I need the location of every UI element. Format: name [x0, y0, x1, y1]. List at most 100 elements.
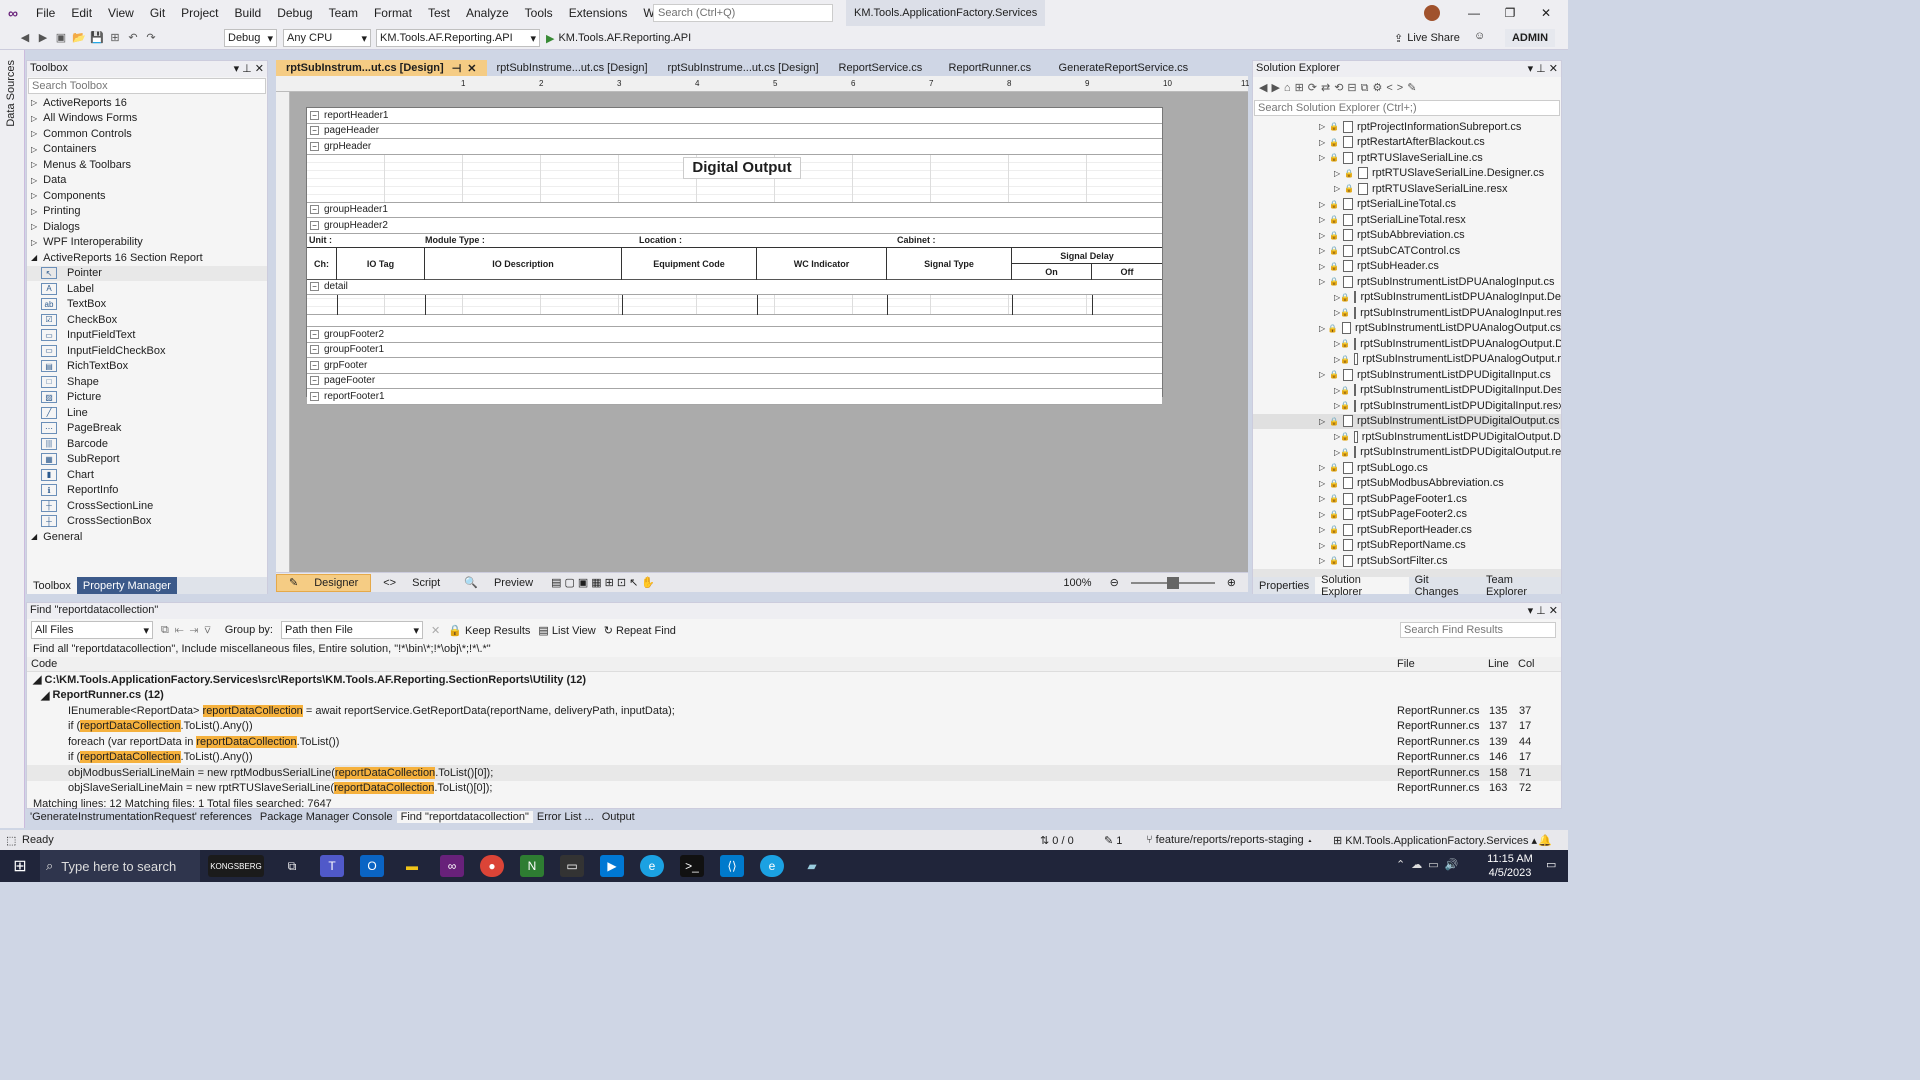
notepad-plus-icon[interactable]: N [520, 855, 544, 877]
result-path-row[interactable]: ◢ C:\KM.Tools.ApplicationFactory.Service… [27, 672, 1561, 688]
col-line[interactable]: Line [1488, 658, 1509, 670]
tab-properties[interactable]: Properties [1253, 577, 1315, 594]
collapse-icon[interactable]: − [310, 220, 319, 230]
forward-icon[interactable]: ▶ [35, 29, 51, 45]
col-header[interactable]: Ch: [307, 247, 337, 280]
solution-item[interactable]: ▷ 🔒 rptSubReportHeader.cs [1253, 522, 1561, 538]
expand-icon[interactable]: ▷ [1319, 510, 1329, 519]
edit-count[interactable]: ✎ 1 [1104, 834, 1122, 847]
col-code[interactable]: Code [31, 658, 57, 670]
band-reportHeader1[interactable]: − reportHeader1 [307, 108, 1162, 124]
notifications-icon[interactable]: ▭ [1546, 858, 1556, 871]
solution-item[interactable]: ▷ 🔒 rptRTUSlaveSerialLine.Designer.cs [1253, 166, 1561, 182]
save-icon[interactable]: 💾 [89, 29, 105, 45]
doc-tab[interactable]: rptSubInstrume...ut.cs [Design] [487, 60, 658, 76]
repeat-find-button[interactable]: ↻ Repeat Find [604, 624, 676, 637]
band-detail[interactable]: − detail [307, 279, 1162, 295]
band-groupHeader1[interactable]: − groupHeader1 [307, 202, 1162, 218]
find-search-input[interactable]: Search Find Results [1400, 622, 1556, 638]
zoom-in-icon[interactable]: ⊕ [1221, 574, 1242, 592]
run-button[interactable]: ▶ KM.Tools.AF.Reporting.API [546, 29, 691, 47]
clock[interactable]: 11:15 AM 4/5/2023 [1480, 852, 1540, 880]
toolbox-group[interactable]: ▷ Menus & Toolbars [27, 157, 267, 173]
undo-icon[interactable]: ↶ [125, 29, 141, 45]
tab-script[interactable]: <> Script [371, 574, 452, 592]
layout-tools-icon[interactable]: ▤▢▣▦⊞⊡↖✋ [545, 574, 664, 592]
project-selector[interactable]: ⊞ KM.Tools.ApplicationFactory.Services ▴ [1333, 834, 1537, 847]
band-grpHeader[interactable]: − grpHeader [307, 139, 1162, 155]
toolbox-item[interactable]: ↖ Pointer [27, 265, 267, 281]
group-by-select[interactable]: Path then File ▾ [281, 621, 423, 639]
bottom-tab[interactable]: Package Manager Console [256, 811, 397, 823]
config-select[interactable]: Debug ▾ [224, 29, 277, 47]
toolbox-item[interactable]: ▦ SubReport [27, 452, 267, 468]
col-header[interactable]: IO Description [425, 247, 622, 280]
solution-item[interactable]: ▷ 🔒 rptRTUSlaveSerialLine.cs [1253, 150, 1561, 166]
redo-icon[interactable]: ↷ [143, 29, 159, 45]
toolbox-item[interactable]: ||| Barcode [27, 436, 267, 452]
find-scope-select[interactable]: All Files ▾ [31, 621, 153, 639]
bottom-tab[interactable]: Output [598, 811, 639, 823]
solution-item[interactable]: ▷ 🔒 rptProjectInformationSubreport.cs [1253, 119, 1561, 135]
tab-preview[interactable]: 🔍 Preview [452, 574, 545, 592]
clear-icon[interactable]: ✕ [431, 624, 440, 637]
toolbox-item[interactable]: ▨ Picture [27, 390, 267, 406]
expand-icon[interactable]: ▷ [1334, 169, 1344, 178]
edge-icon[interactable]: e [640, 855, 664, 877]
on-header[interactable]: On [1012, 263, 1092, 280]
edge-dev-icon[interactable]: e [760, 855, 784, 877]
kongsberg-app-icon[interactable]: KONGSBERG [208, 855, 264, 877]
solution-search-input[interactable]: Search Solution Explorer (Ctrl+;) [1254, 100, 1560, 116]
zoom-out-icon[interactable]: ⊖ [1104, 574, 1125, 592]
menu-view[interactable]: View [100, 6, 142, 20]
collapse-icon[interactable]: − [310, 126, 319, 136]
close-icon[interactable]: ✕ [1528, 0, 1564, 26]
solution-item[interactable]: ▷ 🔒 rptRestartAfterBlackout.cs [1253, 135, 1561, 151]
taskbar-search[interactable]: ⌕ Type here to search [40, 850, 200, 882]
toolbox-group[interactable]: ▷ WPF Interoperability [27, 235, 267, 251]
toolbox-group[interactable]: ▷ Printing [27, 204, 267, 220]
toolbox-group[interactable]: ▷ All Windows Forms [27, 111, 267, 127]
toolbox-item[interactable]: ☑ CheckBox [27, 312, 267, 328]
collapse-icon[interactable]: − [310, 141, 319, 151]
collapse-icon[interactable]: − [310, 110, 319, 120]
tab-designer[interactable]: ✎ Designer [276, 573, 372, 592]
solution-item[interactable]: ▷ 🔒 rptSubPageFooter2.cs [1253, 507, 1561, 523]
windows-start-icon[interactable]: ⊞ [8, 855, 32, 877]
solution-item[interactable]: ▷ 🔒 rptSubInstrumentListDPUDigitalInput.re… [1253, 398, 1561, 414]
doc-tab[interactable]: GenerateReportService.cs [1049, 60, 1189, 76]
result-file-row[interactable]: ◢ ReportRunner.cs (12) [27, 688, 1561, 704]
outlook-icon[interactable]: O [360, 855, 384, 877]
tab-solution-explorer[interactable]: Solution Explorer [1315, 574, 1409, 598]
chrome-icon[interactable]: ● [480, 855, 504, 877]
live-share-button[interactable]: ⇪ Live Share [1394, 29, 1460, 47]
expand-icon[interactable]: ▷ [1319, 153, 1329, 162]
data-sources-strip[interactable]: Data Sources [0, 50, 25, 828]
toolbox-item[interactable]: ┼ CrossSectionBox [27, 514, 267, 530]
panel-controls-icon[interactable]: ▾ ⊥ ✕ [234, 62, 264, 76]
keep-results-button[interactable]: 🔒 Keep Results [448, 624, 530, 637]
expand-icon[interactable]: ▷ [1319, 556, 1329, 565]
toolbox-group[interactable]: ▷ Data [27, 173, 267, 189]
expand-icon[interactable]: ▷ [1319, 200, 1329, 209]
cabinet-label[interactable]: Cabinet : [897, 235, 936, 245]
signal-delay-header[interactable]: Signal Delay [1012, 248, 1162, 264]
collapse-icon[interactable]: − [310, 329, 319, 339]
solution-item[interactable]: ▷ 🔒 rptSubInstrumentListDPUDigitalInput.cs [1253, 367, 1561, 383]
expand-icon[interactable]: ▷ [1319, 246, 1329, 255]
task-view-icon[interactable]: ⧉ [280, 855, 304, 877]
tab-toolbox[interactable]: Toolbox [27, 577, 77, 594]
module-type-label[interactable]: Module Type : [425, 235, 485, 245]
expand-icon[interactable]: ▷ [1319, 525, 1329, 534]
solution-item[interactable]: ▷ 🔒 rptSubCATControl.cs [1253, 243, 1561, 259]
collapse-icon[interactable]: − [310, 376, 319, 386]
save-all-icon[interactable]: ⊞ [107, 29, 123, 45]
bottom-tab[interactable]: Find "reportdatacollection" [396, 810, 533, 823]
collapse-icon[interactable]: − [310, 391, 319, 401]
minimize-icon[interactable]: — [1456, 0, 1492, 26]
expand-icon[interactable]: ▷ [1319, 479, 1329, 488]
result-row[interactable]: if (reportDataCollection.ToList().Any())… [27, 750, 1561, 766]
solution-item[interactable]: ▷ 🔒 rptSubInstrumentListDPUAnalogOutput.D [1253, 336, 1561, 352]
error-count[interactable]: ⇅ 0 / 0 [1040, 834, 1074, 847]
notification-icon[interactable]: 🔔 [1538, 834, 1552, 847]
